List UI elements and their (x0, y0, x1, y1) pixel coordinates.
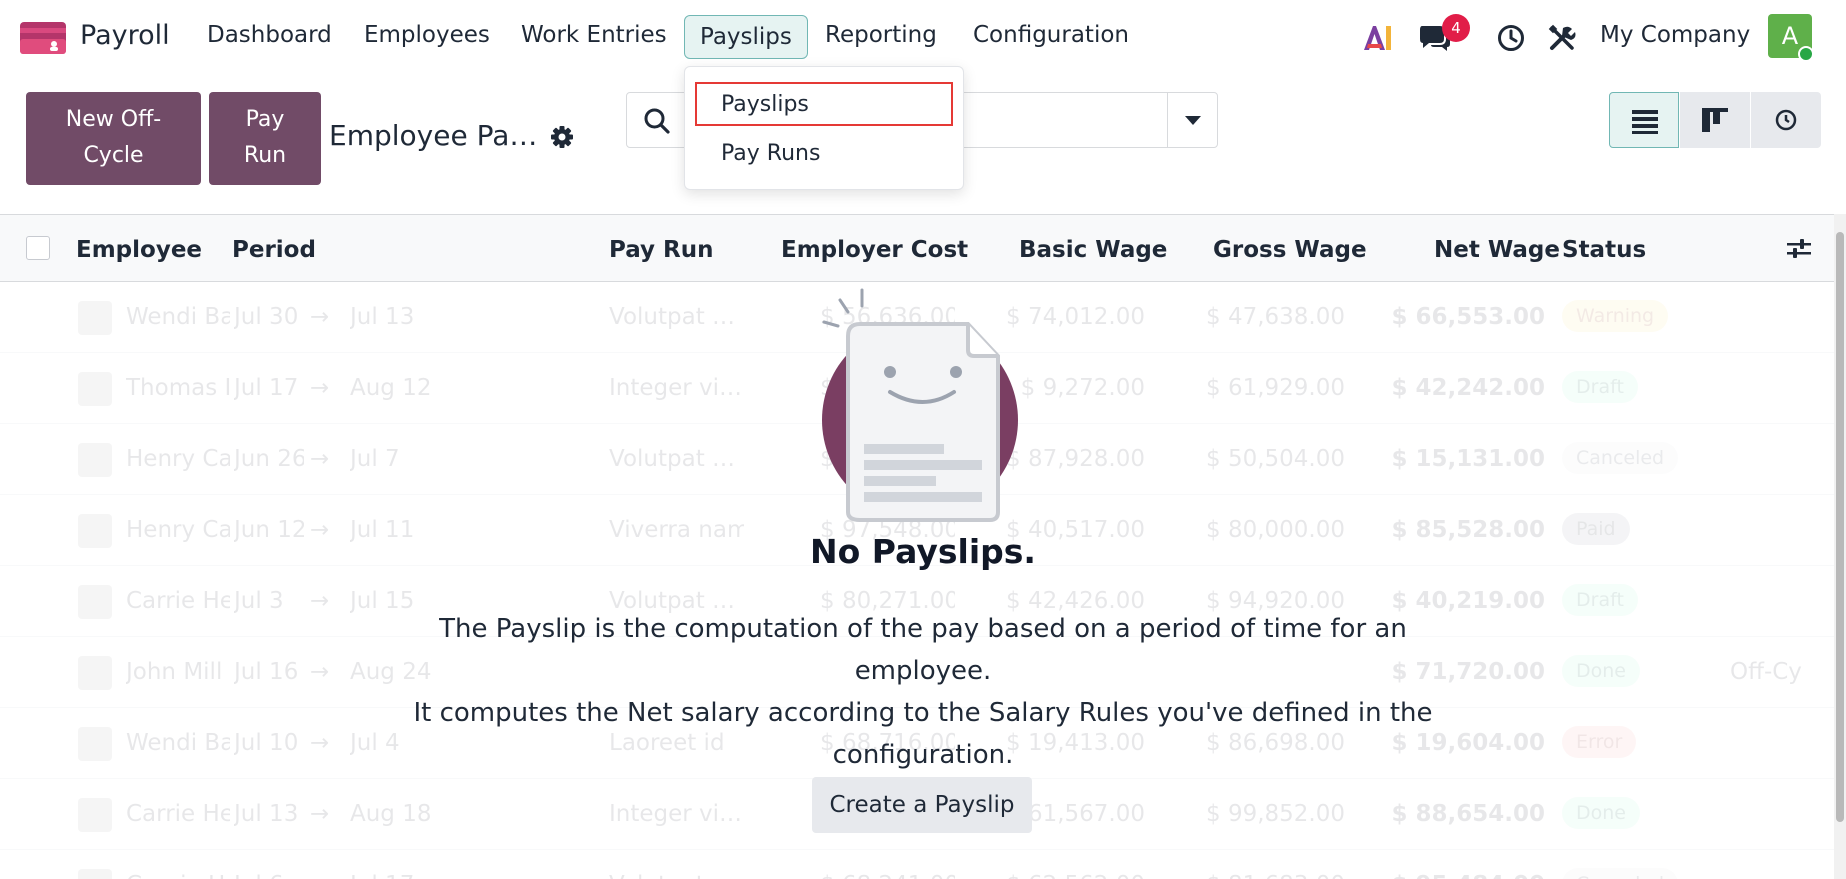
caret-down-icon (1185, 116, 1201, 125)
pay-run-label-1: Pay (245, 107, 285, 132)
col-employee[interactable]: Employee (76, 237, 202, 263)
nav-reporting[interactable]: Reporting (825, 22, 937, 48)
scrollbar-thumb[interactable] (1836, 232, 1844, 822)
empty-state-title: No Payslips. (810, 532, 1036, 571)
col-basic-wage[interactable]: Basic Wage (1019, 237, 1167, 263)
column-settings-icon[interactable] (1786, 237, 1812, 261)
ai-icon[interactable] (1362, 24, 1394, 52)
list-view-button[interactable] (1609, 92, 1679, 148)
gear-icon[interactable] (550, 125, 574, 149)
new-offcycle-button[interactable]: New Off- Cycle (26, 92, 201, 185)
col-employer-cost[interactable]: Employer Cost (781, 237, 968, 263)
empty-payslip-illustration (822, 288, 1018, 522)
pay-run-label-2: Run (243, 143, 287, 168)
activity-icon (1775, 109, 1797, 131)
debug-tools-icon[interactable] (1548, 24, 1576, 52)
nav-work-entries[interactable]: Work Entries (521, 22, 667, 48)
pay-run-button[interactable]: Pay Run (209, 92, 321, 185)
nav-configuration[interactable]: Configuration (973, 22, 1129, 48)
kanban-view-button[interactable] (1680, 92, 1750, 148)
select-all-checkbox[interactable] (26, 236, 50, 260)
app-name[interactable]: Payroll (80, 20, 170, 51)
online-status-dot (1798, 46, 1814, 62)
activity-view-button[interactable] (1751, 92, 1821, 148)
new-offcycle-label-2: Cycle (83, 143, 144, 168)
menu-item-pay-runs[interactable]: Pay Runs (721, 141, 820, 166)
empty-state-line-1: The Payslip is the computation of the pa… (439, 614, 1407, 686)
new-offcycle-label-1: New Off- (65, 107, 162, 132)
search-icon (644, 108, 670, 134)
search-options-toggle[interactable] (1167, 93, 1217, 147)
create-payslip-button[interactable]: Create a Payslip (812, 777, 1032, 833)
kanban-icon (1702, 108, 1728, 132)
list-icon (1632, 110, 1658, 134)
payslips-dropdown-menu: Payslips Pay Runs (684, 66, 964, 190)
activity-clock-icon[interactable] (1497, 24, 1525, 52)
messages-badge: 4 (1442, 14, 1470, 42)
top-navbar: Payroll Dashboard Employees Work Entries… (0, 0, 1846, 76)
payroll-app-icon[interactable] (20, 22, 66, 54)
col-net-wage[interactable]: Net Wage (1434, 237, 1560, 263)
empty-state-description: The Payslip is the computation of the pa… (370, 608, 1476, 776)
col-pay-run[interactable]: Pay Run (609, 237, 714, 263)
company-switcher[interactable]: My Company (1600, 22, 1750, 48)
empty-state-line-3: configuration. (832, 740, 1014, 770)
col-period[interactable]: Period (232, 237, 316, 263)
nav-employees[interactable]: Employees (364, 22, 490, 48)
nav-payslips[interactable]: Payslips (684, 15, 808, 59)
col-gross-wage[interactable]: Gross Wage (1213, 237, 1367, 263)
list-header: Employee Period Pay Run Employer Cost Ba… (0, 214, 1834, 282)
menu-item-payslips[interactable]: Payslips (721, 92, 809, 117)
empty-state-line-2: It computes the Net salary according to … (413, 698, 1433, 728)
page-title: Employee Pa… (329, 119, 538, 152)
col-status[interactable]: Status (1562, 237, 1646, 263)
nav-dashboard[interactable]: Dashboard (207, 22, 332, 48)
